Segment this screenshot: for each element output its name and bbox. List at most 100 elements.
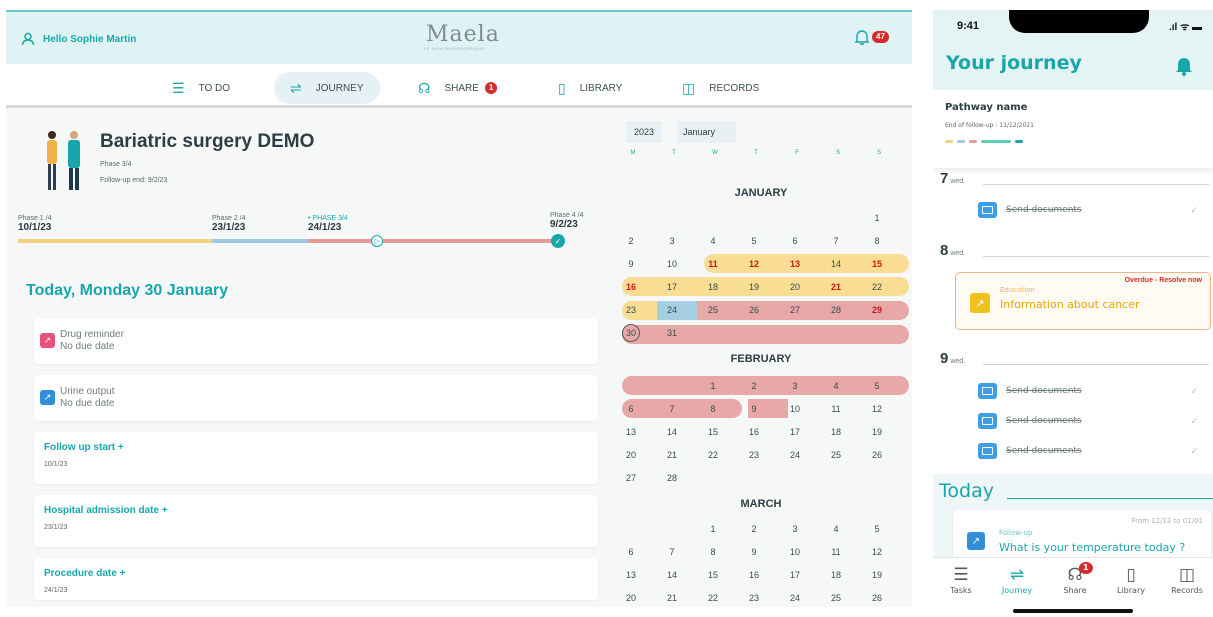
date-card-hospital-admission[interactable]: Hospital admission date + 23/1/23: [34, 495, 598, 547]
calendar-day[interactable]: 31: [660, 324, 684, 342]
pathway-card[interactable]: Pathway name End of follow-up : 11/12/20…: [933, 90, 1213, 168]
calendar-day[interactable]: 13: [619, 566, 643, 584]
task-card-urine-output[interactable]: ↗ Urine output No due date: [34, 375, 598, 421]
task-send-documents[interactable]: Send documents ✓: [978, 438, 1208, 464]
calendar-day[interactable]: 18: [824, 423, 848, 441]
calendar-day[interactable]: 30: [622, 324, 640, 342]
calendar-day[interactable]: 12: [742, 255, 766, 273]
overdue-education-card[interactable]: ↗ Education Information about cancer Ove…: [955, 272, 1211, 330]
calendar-day[interactable]: 19: [865, 423, 889, 441]
calendar-day[interactable]: 21: [824, 278, 848, 296]
calendar-day[interactable]: 9: [742, 543, 766, 561]
calendar-day[interactable]: 21: [660, 446, 684, 464]
calendar-day[interactable]: 11: [701, 255, 725, 273]
date-card-procedure[interactable]: Procedure date + 24/1/23: [34, 558, 598, 600]
calendar-day[interactable]: 10: [783, 543, 807, 561]
tab-records[interactable]: ◫ Records: [1161, 564, 1213, 595]
task-send-documents[interactable]: Send documents ✓: [978, 197, 1208, 223]
calendar-day[interactable]: 23: [742, 589, 766, 607]
calendar-day[interactable]: 26: [865, 446, 889, 464]
calendar-day[interactable]: 3: [783, 520, 807, 538]
calendar-day[interactable]: 24: [783, 446, 807, 464]
bell-icon[interactable]: [1173, 54, 1195, 76]
nav-todo[interactable]: ☰ TO DO: [156, 72, 246, 104]
calendar-day[interactable]: 13: [619, 423, 643, 441]
calendar-day[interactable]: 9: [742, 400, 766, 418]
calendar-day[interactable]: 6: [783, 232, 807, 250]
calendar-day[interactable]: 18: [824, 566, 848, 584]
task-send-documents[interactable]: Send documents ✓: [978, 378, 1208, 404]
calendar-day[interactable]: 1: [701, 377, 725, 395]
calendar-day[interactable]: 17: [783, 566, 807, 584]
calendar-day[interactable]: 22: [701, 589, 725, 607]
calendar-day[interactable]: 25: [701, 301, 725, 319]
calendar-day[interactable]: 16: [619, 278, 643, 296]
nav-records[interactable]: ◫ RECORDS: [666, 72, 775, 104]
calendar-day[interactable]: 19: [742, 278, 766, 296]
calendar-day[interactable]: 12: [865, 543, 889, 561]
calendar-day[interactable]: 15: [865, 255, 889, 273]
task-card-drug-reminder[interactable]: ↗ Drug reminder No due date: [34, 318, 598, 364]
calendar-day[interactable]: 7: [660, 400, 684, 418]
date-card-follow-up-start[interactable]: Follow up start + 10/1/23: [34, 432, 598, 484]
calendar-day[interactable]: 23: [742, 446, 766, 464]
calendar-day[interactable]: 27: [619, 469, 643, 487]
calendar-day[interactable]: 16: [742, 566, 766, 584]
calendar-day[interactable]: 1: [865, 209, 889, 227]
calendar-day[interactable]: 17: [660, 278, 684, 296]
calendar-day[interactable]: 2: [742, 520, 766, 538]
calendar-day[interactable]: 24: [783, 589, 807, 607]
calendar-day[interactable]: 27: [783, 301, 807, 319]
tab-tasks[interactable]: ☰ Tasks: [935, 564, 987, 595]
calendar-day[interactable]: 25: [824, 446, 848, 464]
calendar-day[interactable]: 2: [619, 232, 643, 250]
nav-journey[interactable]: ⇌ JOURNEY: [274, 72, 380, 104]
calendar-day[interactable]: 16: [742, 423, 766, 441]
calendar-day[interactable]: 3: [783, 377, 807, 395]
calendar-day[interactable]: 5: [865, 377, 889, 395]
calendar-day[interactable]: 22: [865, 278, 889, 296]
date-card-title[interactable]: Follow up start +: [44, 442, 124, 453]
calendar-day[interactable]: 6: [619, 400, 643, 418]
calendar-day[interactable]: 8: [865, 232, 889, 250]
calendar-day[interactable]: 28: [660, 469, 684, 487]
calendar-day[interactable]: 13: [783, 255, 807, 273]
year-select[interactable]: 2023: [626, 121, 662, 143]
calendar-day[interactable]: 20: [619, 446, 643, 464]
calendar-day[interactable]: 26: [742, 301, 766, 319]
calendar-day[interactable]: 23: [619, 301, 643, 319]
month-select[interactable]: January: [677, 121, 736, 143]
calendar-day[interactable]: 15: [701, 566, 725, 584]
nav-library[interactable]: ▯ LIBRARY: [542, 72, 638, 104]
calendar-day[interactable]: 19: [865, 566, 889, 584]
calendar-day[interactable]: 5: [742, 232, 766, 250]
calendar-day[interactable]: 5: [865, 520, 889, 538]
calendar-day[interactable]: 3: [660, 232, 684, 250]
calendar-day[interactable]: 26: [865, 589, 889, 607]
calendar-day[interactable]: 15: [701, 423, 725, 441]
calendar-day[interactable]: 9: [619, 255, 643, 273]
calendar-day[interactable]: 11: [824, 400, 848, 418]
calendar-day[interactable]: 14: [824, 255, 848, 273]
calendar-day[interactable]: 29: [865, 301, 889, 319]
calendar-day[interactable]: 21: [660, 589, 684, 607]
calendar-day[interactable]: 2: [742, 377, 766, 395]
calendar-day[interactable]: 4: [824, 377, 848, 395]
calendar-day[interactable]: 7: [824, 232, 848, 250]
calendar-day[interactable]: 6: [619, 543, 643, 561]
calendar-day[interactable]: 10: [660, 255, 684, 273]
notifications-button[interactable]: 47: [854, 29, 889, 45]
calendar-day[interactable]: 14: [660, 566, 684, 584]
calendar-day[interactable]: 7: [660, 543, 684, 561]
calendar-day[interactable]: 22: [701, 446, 725, 464]
date-card-title[interactable]: Procedure date +: [44, 568, 125, 579]
calendar-day[interactable]: 11: [824, 543, 848, 561]
calendar-day[interactable]: 20: [619, 589, 643, 607]
calendar-day[interactable]: 17: [783, 423, 807, 441]
user-greeting[interactable]: Hello Sophie Martin: [21, 32, 136, 46]
calendar-day[interactable]: 24: [660, 301, 684, 319]
calendar-day[interactable]: 4: [701, 232, 725, 250]
tab-journey[interactable]: ⇌ Journey: [991, 564, 1043, 595]
tab-library[interactable]: ▯ Library: [1105, 564, 1157, 595]
calendar-day[interactable]: 14: [660, 423, 684, 441]
